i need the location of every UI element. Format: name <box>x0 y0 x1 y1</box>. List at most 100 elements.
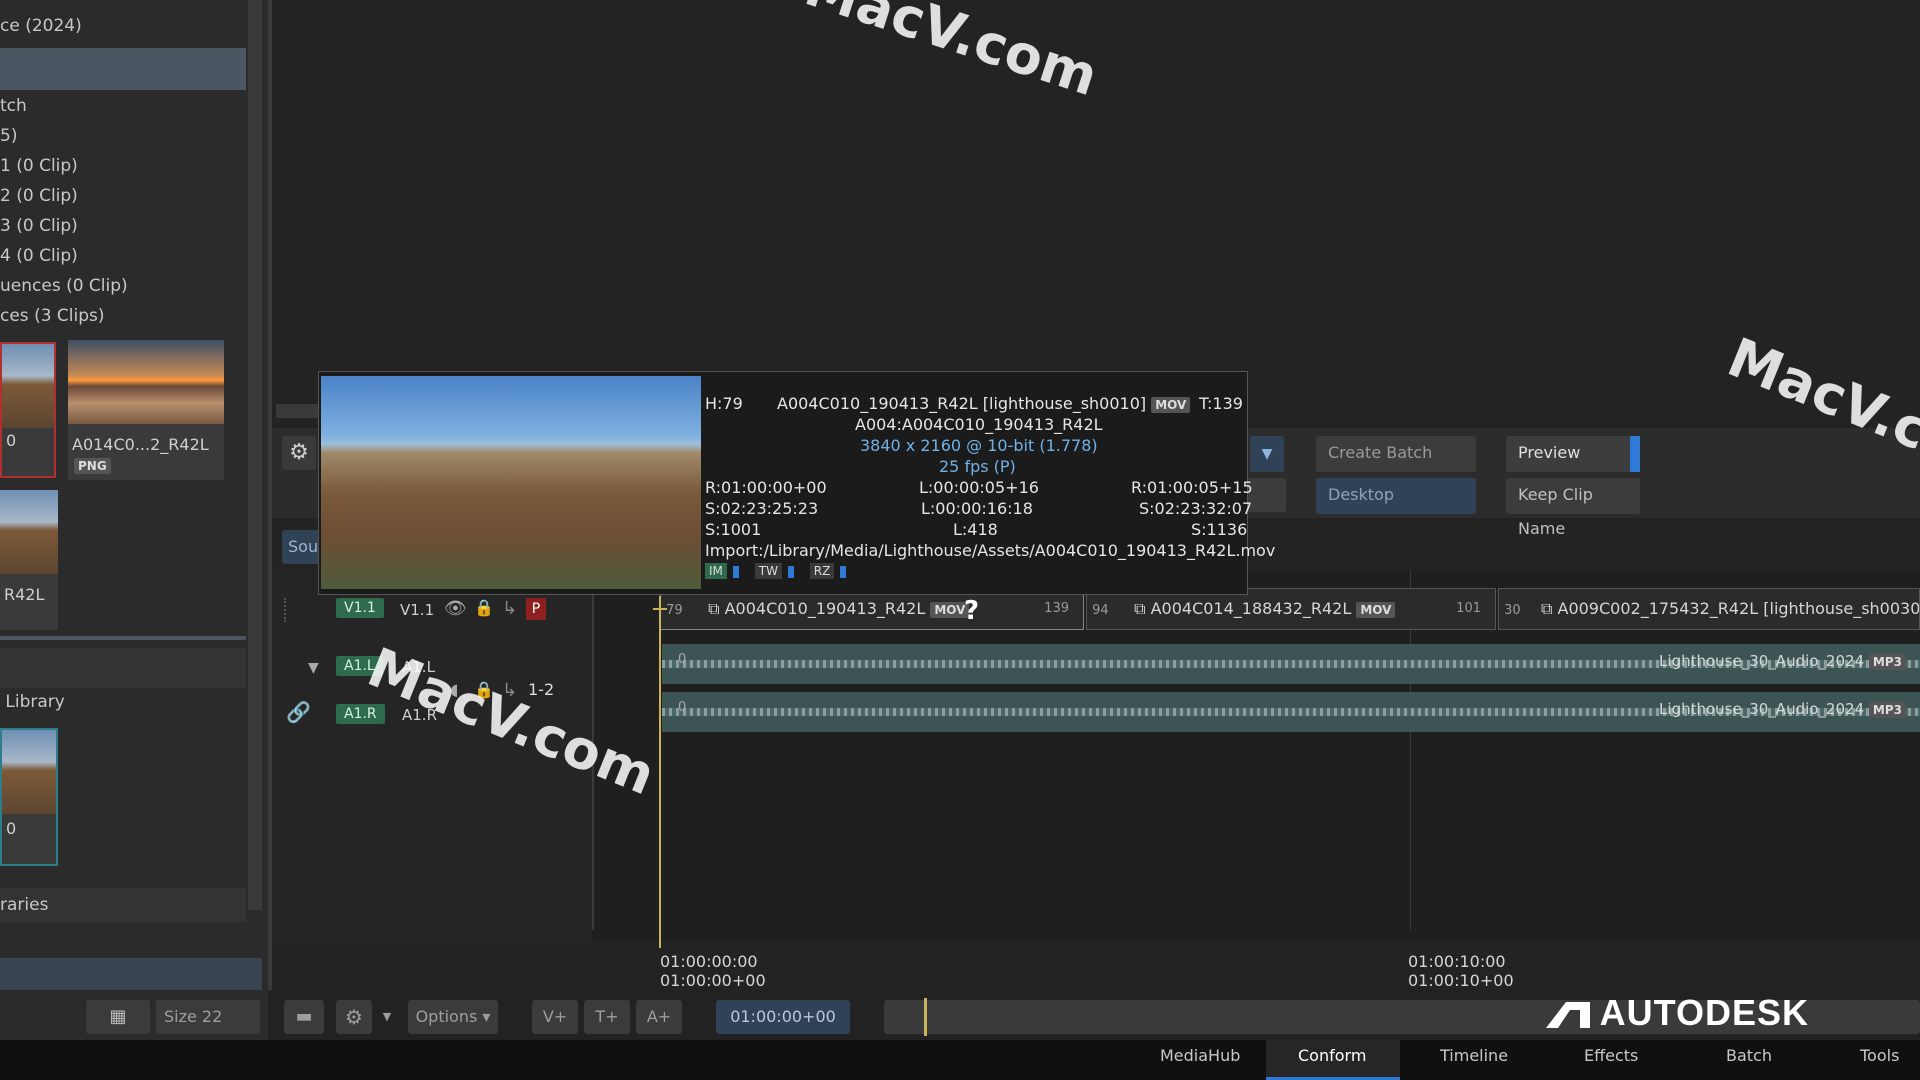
tooltip-record-in: R:01:00:00+00 <box>705 478 827 497</box>
clip-thumbnail[interactable]: 0 <box>0 728 58 866</box>
library-item[interactable]: raries <box>0 888 246 922</box>
thumbnail-caption: 0 <box>6 819 17 838</box>
playhead[interactable] <box>659 596 661 948</box>
link-icon[interactable]: 🔗 <box>286 700 311 724</box>
tab-source[interactable]: Sou <box>282 530 322 564</box>
tag-tw: TW <box>754 563 782 579</box>
collapse-triangle-icon[interactable]: ▼ <box>308 660 319 676</box>
library-item[interactable]: 4 (0 Clip) <box>0 242 246 270</box>
tab-timeline[interactable]: Timeline <box>1440 1046 1508 1065</box>
library-group-row[interactable] <box>0 648 246 688</box>
clip-name: A004C010_190413_R42L <box>724 599 926 618</box>
video-patch-tag[interactable]: V1.1 <box>336 598 384 618</box>
format-badge: MOV <box>1356 602 1396 618</box>
thumbnail-caption: A014C0...2_R42L <box>72 435 209 454</box>
primary-track-badge[interactable]: P <box>526 598 546 620</box>
eye-icon[interactable]: 👁 <box>444 598 467 619</box>
timeline-clip[interactable]: 30 ⧉ A009C002_175432_R42L [lighthouse_sh… <box>1498 588 1920 630</box>
timecode-field[interactable]: 01:00:00+00 <box>716 1000 850 1034</box>
add-audio-track-button[interactable]: A+ <box>636 1000 682 1034</box>
keep-clip-name-button[interactable]: Keep Clip Name <box>1506 478 1640 538</box>
audio-clip[interactable]: 0 Lighthouse_30_Audio_2024 MP3 <box>662 644 1920 684</box>
library-item[interactable]: ces (3 Clips) <box>0 302 246 330</box>
autodesk-logo: AUTODESK <box>1546 992 1809 1034</box>
audio-clip-label: Lighthouse_30_Audio_2024 MP3 <box>1659 652 1906 670</box>
autodesk-mark-icon <box>1546 1002 1590 1028</box>
audio-patch-tag[interactable]: A1.R <box>336 704 385 724</box>
tooltip-source-frame-out: S:1136 <box>1191 520 1248 539</box>
clip-in-frame: 79 <box>666 603 683 618</box>
library-scrollbar[interactable] <box>248 0 262 910</box>
library-item[interactable]: 1 (0 Clip) <box>0 152 246 180</box>
library-item[interactable]: 3 (0 Clip) <box>0 212 246 240</box>
thumbnail-image <box>2 730 56 814</box>
library-section-label[interactable]: Library <box>0 688 246 716</box>
library-panel: ce (2024) tch 5) 1 (0 Clip) 2 (0 Clip) 3… <box>0 0 268 1040</box>
tab-tools[interactable]: Tools <box>1860 1046 1899 1065</box>
options-menu-button[interactable]: Options ▾ <box>408 1000 498 1034</box>
grid-view-icon[interactable]: ▦ <box>86 1000 150 1034</box>
timeline-view-icon[interactable]: ▬ <box>284 1000 324 1034</box>
tab-batch[interactable]: Batch <box>1726 1046 1772 1065</box>
tag-rz: RZ <box>809 563 835 579</box>
thumbnail-size-field[interactable]: Size 22 <box>156 1000 260 1034</box>
thumbnail-image <box>0 490 58 574</box>
audio-clip-in: 0 <box>678 700 687 715</box>
clip-out-frame: 139 <box>1044 601 1069 616</box>
scrubber-position-marker[interactable] <box>924 998 927 1036</box>
chevron-down-icon[interactable]: ▼ <box>376 1000 398 1034</box>
library-selected-row[interactable] <box>0 48 246 90</box>
tooltip-source-in: S:02:23:25:23 <box>705 499 819 518</box>
add-video-track-button[interactable]: V+ <box>532 1000 578 1034</box>
tab-mediahub[interactable]: MediaHub <box>1160 1046 1240 1065</box>
tooltip-thumbnail <box>321 376 701 589</box>
library-item[interactable]: ce (2024) <box>0 12 246 40</box>
divider <box>0 636 246 640</box>
tooltip-source-frame-in: S:1001 <box>705 520 762 539</box>
tag-im: IM <box>705 563 727 579</box>
clip-thumbnail[interactable]: A014C0...2_R42L PNG <box>68 340 224 480</box>
create-batch-group-button[interactable]: Create Batch Group <box>1316 436 1476 496</box>
add-title-track-button[interactable]: T+ <box>584 1000 630 1034</box>
tab-effects[interactable]: Effects <box>1584 1046 1638 1065</box>
tab-conform[interactable]: Conform <box>1298 1046 1366 1065</box>
library-item[interactable]: tch <box>0 92 246 120</box>
tab-handle[interactable] <box>276 404 320 418</box>
library-search-bar[interactable] <box>0 958 262 990</box>
tooltip-length-tc: L:00:00:16:18 <box>921 499 1033 518</box>
audio-clip-label: Lighthouse_30_Audio_2024 MP3 <box>1659 700 1906 718</box>
clip-name: A004C014_188432_R42L <box>1150 599 1352 618</box>
gear-icon[interactable]: ⚙ <box>336 1000 372 1034</box>
ruler-timecode: 01:00:10:00 01:00:10+00 <box>1408 952 1514 990</box>
tooltip-head-frame: H:79 <box>705 394 743 413</box>
tooltip-record-out: R:01:00:05+15 <box>1131 478 1253 497</box>
clip-thumbnail[interactable]: 0 <box>0 342 56 478</box>
preview-button[interactable]: Preview <box>1506 436 1640 472</box>
drag-handle[interactable] <box>284 598 294 622</box>
clip-out-frame: 101 <box>1456 601 1481 616</box>
desktop-dropdown[interactable]: Desktop <box>1316 478 1476 514</box>
chevron-down-icon[interactable]: ▼ <box>1250 436 1284 472</box>
tooltip-tags: IM TW RZ <box>705 563 847 579</box>
format-badge: PNG <box>74 458 111 474</box>
library-item[interactable]: 5) <box>0 122 246 150</box>
arrow-icon[interactable]: ↳ <box>502 598 517 619</box>
tooltip-fps: 25 fps (P) <box>939 457 1016 476</box>
audio-clip-in: 0 <box>678 652 687 667</box>
ruler-timecode: 01:00:00:00 01:00:00+00 <box>660 952 766 990</box>
clip-info-tooltip: H:79 A004C010_190413_R42L [lighthouse_sh… <box>318 371 1275 595</box>
library-item[interactable]: 2 (0 Clip) <box>0 182 246 210</box>
tooltip-length: L:00:00:05+16 <box>919 478 1039 497</box>
library-item[interactable]: uences (0 Clip) <box>0 272 246 300</box>
audio-clip[interactable]: 0 Lighthouse_30_Audio_2024 MP3 <box>662 692 1920 732</box>
clip-name: A009C002_175432_R42L [lighthouse_sh0030] <box>1557 599 1920 618</box>
thumbnail-caption: R42L <box>4 585 45 604</box>
tooltip-file-path: Import:/Library/Media/Lighthouse/Assets/… <box>705 541 1276 560</box>
clip-thumbnail[interactable]: R42L <box>0 490 58 630</box>
gear-icon[interactable]: ⚙ <box>282 436 316 470</box>
lock-icon[interactable]: 🔒 <box>474 598 494 617</box>
preview-toggle-indicator[interactable] <box>1630 436 1640 472</box>
video-track-name[interactable]: V1.1 <box>400 601 434 619</box>
source-timecode: 01:00:10+00 <box>1408 971 1514 990</box>
clip-in-frame: 30 <box>1504 603 1521 618</box>
